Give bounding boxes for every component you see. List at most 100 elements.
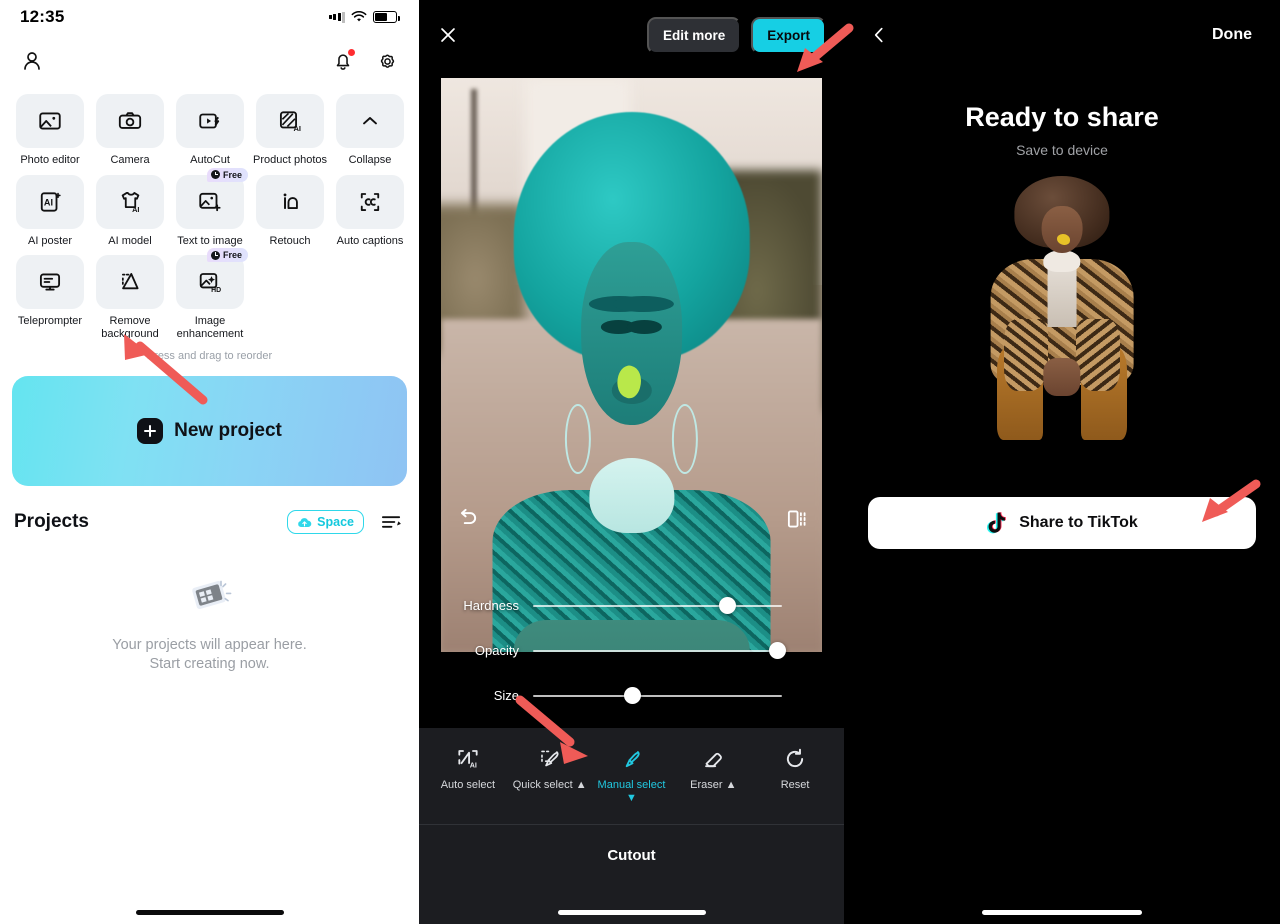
space-button[interactable]: Space — [287, 510, 364, 534]
tool-camera[interactable]: Camera — [90, 94, 170, 167]
tool-tile — [176, 94, 244, 148]
list-edit-icon[interactable] — [380, 512, 403, 532]
tool-tile — [16, 94, 84, 148]
tool-row: AI AI poster AI AI model Free Text to im… — [10, 167, 410, 256]
tool-photo-editor[interactable]: Photo editor — [10, 94, 90, 167]
new-project-button[interactable]: New project — [12, 376, 407, 486]
bell-icon[interactable] — [332, 49, 355, 72]
chevron-left-icon[interactable] — [868, 24, 890, 46]
opacity-slider[interactable] — [533, 642, 786, 659]
slider-label: Opacity — [474, 643, 519, 658]
profile-icon[interactable] — [20, 49, 44, 73]
home-indicator — [135, 910, 284, 915]
free-badge-label: Free — [222, 250, 242, 260]
image-enhancement-icon: HD — [199, 273, 221, 294]
tool-text-to-image[interactable]: Free Text to image — [170, 167, 250, 248]
tool-label: Quick select ▲ — [512, 779, 587, 791]
page-subtitle: Save to device — [1016, 142, 1108, 158]
tool-ai-model[interactable]: AI AI model — [90, 174, 170, 248]
tool-retouch[interactable]: Retouch — [250, 174, 330, 248]
remove-background-icon — [121, 273, 139, 290]
free-badge: Free — [206, 248, 248, 262]
projects-actions: Space — [287, 510, 403, 534]
tool-autocut[interactable]: Product photos AutoCut — [170, 94, 250, 167]
tool-slot-empty — [330, 255, 410, 340]
tool-label: AutoCut — [190, 154, 230, 166]
cutout-preview-image — [977, 176, 1147, 451]
three-panel-screenshot: 12:35 Photo editor Camera AutoCut AI Pro… — [0, 0, 1280, 924]
tool-reset[interactable]: Reset — [754, 746, 836, 804]
plus-icon — [137, 418, 164, 444]
free-badge-label: Free — [222, 169, 242, 180]
app-bar — [0, 34, 419, 88]
photo-subject-masked — [492, 112, 771, 652]
tool-row: Photo editor Camera Product photos AutoC… — [10, 94, 409, 175]
home-indicator — [557, 910, 706, 915]
status-indicators — [328, 11, 400, 23]
tool-label: Retouch — [269, 234, 311, 247]
export-button[interactable]: Export — [751, 16, 826, 54]
svg-text:AI: AI — [293, 124, 301, 133]
share-to-tiktok-button[interactable]: Share to TikTok — [868, 497, 1256, 549]
tool-label: Remove background — [101, 315, 159, 340]
slider-row-hardness: Hardness — [441, 583, 822, 628]
cutout-toolbar: AI Auto select Quick select ▲ Manual sel… — [419, 728, 844, 924]
tool-quick-select[interactable]: Quick select ▲ — [509, 746, 591, 804]
empty-state-text: Your projects will appear here. Start cr… — [112, 636, 307, 674]
share-button-label: Share to TikTok — [1019, 514, 1138, 531]
tool-label: Auto select — [440, 779, 496, 791]
photo-editor-icon — [39, 112, 61, 130]
projects-header: Projects Space — [0, 486, 419, 534]
quick-select-icon — [540, 750, 559, 767]
battery-icon — [373, 11, 400, 23]
tool-label: Product photos — [253, 154, 327, 166]
tiktok-icon — [987, 512, 1007, 534]
done-button[interactable]: Done — [1212, 26, 1252, 44]
tool-remove-background[interactable]: Remove background — [90, 255, 170, 340]
home-screen-panel: 12:35 Photo editor Camera AutoCut AI Pro… — [0, 0, 419, 924]
tool-collapse[interactable]: Collapse — [330, 94, 410, 167]
tool-grid: Photo editor Camera Product photos AutoC… — [0, 88, 419, 362]
divider — [419, 824, 844, 825]
manual-select-icon — [626, 751, 641, 768]
photo-canvas[interactable] — [441, 78, 822, 652]
svg-text:HD: HD — [211, 287, 221, 294]
edit-more-button[interactable]: Edit more — [646, 16, 742, 54]
tool-label: Teleprompter — [17, 315, 83, 327]
tool-tile: AI — [96, 174, 164, 229]
autocut-icon — [199, 113, 220, 129]
cutout-tool-list: AI Auto select Quick select ▲ Manual sel… — [419, 728, 844, 804]
tool-image-enhancement[interactable]: Free HD Image enhancement — [170, 248, 250, 340]
gear-icon[interactable] — [376, 50, 399, 73]
sheet-title: Cutout — [607, 847, 656, 864]
hardness-slider[interactable] — [533, 597, 782, 614]
tool-auto-captions[interactable]: Auto captions — [330, 174, 410, 248]
ai-model-icon: AI — [121, 192, 139, 214]
retouch-icon — [283, 192, 298, 209]
tool-tile: AI — [16, 174, 84, 229]
cloud-upload-icon — [298, 517, 312, 527]
tool-row: Teleprompter Remove background Free HD I… — [10, 248, 410, 348]
tool-label: Eraser ▲ — [690, 779, 737, 791]
size-slider[interactable] — [533, 687, 782, 704]
tool-auto-select[interactable]: AI Auto select — [427, 746, 509, 804]
undo-icon[interactable] — [455, 504, 481, 530]
tool-manual-select[interactable]: Manual select ▼ — [591, 746, 673, 804]
editor-top-bar: Edit more Export — [419, 0, 844, 70]
tool-tile — [176, 174, 244, 229]
status-bar: 12:35 — [0, 0, 419, 34]
tool-product-photos[interactable]: AI Product photos — [250, 94, 330, 167]
tool-ai-poster[interactable]: AI AI poster — [10, 174, 90, 248]
tool-label: Image enhancement — [176, 315, 244, 340]
new-project-label: New project — [174, 420, 282, 441]
tool-eraser[interactable]: Eraser ▲ — [672, 746, 754, 804]
clock-icon — [210, 250, 220, 260]
slider-label: Size — [493, 688, 519, 703]
close-icon[interactable] — [437, 24, 459, 46]
compare-icon[interactable] — [784, 506, 810, 532]
tool-teleprompter[interactable]: Teleprompter — [10, 255, 90, 340]
auto-captions-icon — [360, 192, 380, 211]
notification-badge-dot — [348, 49, 355, 56]
text-to-image-icon — [199, 192, 221, 211]
page-title: Ready to share — [965, 102, 1159, 132]
